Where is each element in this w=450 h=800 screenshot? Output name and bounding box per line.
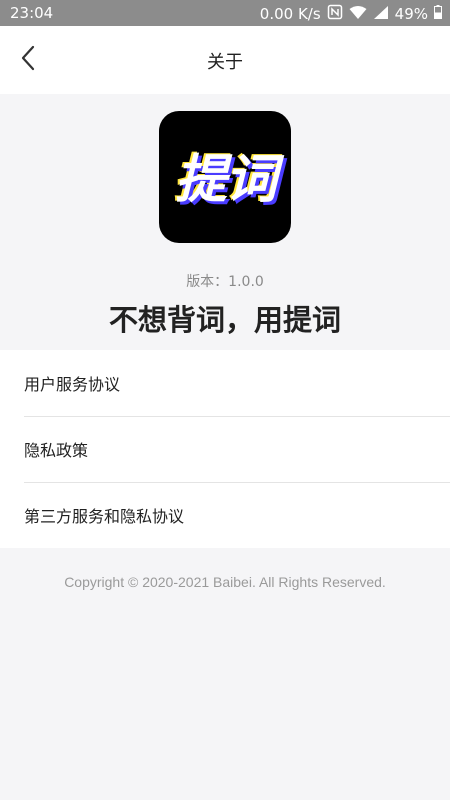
- third-party-services-item[interactable]: 第三方服务和隐私协议: [0, 482, 450, 548]
- status-time: 23:04: [10, 4, 54, 22]
- status-right: 0.00 K/s 49%: [260, 4, 442, 24]
- nfc-icon: [327, 4, 343, 24]
- menu-item-label: 用户服务协议: [24, 375, 121, 394]
- battery-percent: 49%: [394, 5, 428, 23]
- user-service-agreement-item[interactable]: 用户服务协议: [0, 350, 450, 416]
- copyright-text: Copyright © 2020-2021 Baibei. All Rights…: [64, 574, 386, 590]
- net-speed: 0.00 K/s: [259, 5, 321, 23]
- app-info: 提词 版本：1.0.0 不想背词，用提词: [0, 94, 450, 350]
- menu-item-label: 第三方服务和隐私协议: [24, 507, 185, 526]
- navigation-bar: 关于: [0, 26, 450, 94]
- signal-icon: [373, 5, 389, 24]
- privacy-policy-item[interactable]: 隐私政策: [0, 416, 450, 482]
- app-slogan: 不想背词，用提词: [108, 303, 341, 337]
- battery-icon: [434, 5, 442, 23]
- status-bar: 23:04 0.00 K/s 49%: [0, 0, 450, 26]
- app-version: 版本：1.0.0: [186, 274, 264, 290]
- page-title: 关于: [207, 52, 243, 73]
- about-menu: 用户服务协议 隐私政策 第三方服务和隐私协议: [0, 350, 450, 548]
- wifi-icon: [349, 5, 367, 24]
- app-logo: 提词: [159, 111, 291, 243]
- app-logo-text: 提词: [174, 150, 277, 210]
- menu-item-label: 隐私政策: [24, 441, 89, 460]
